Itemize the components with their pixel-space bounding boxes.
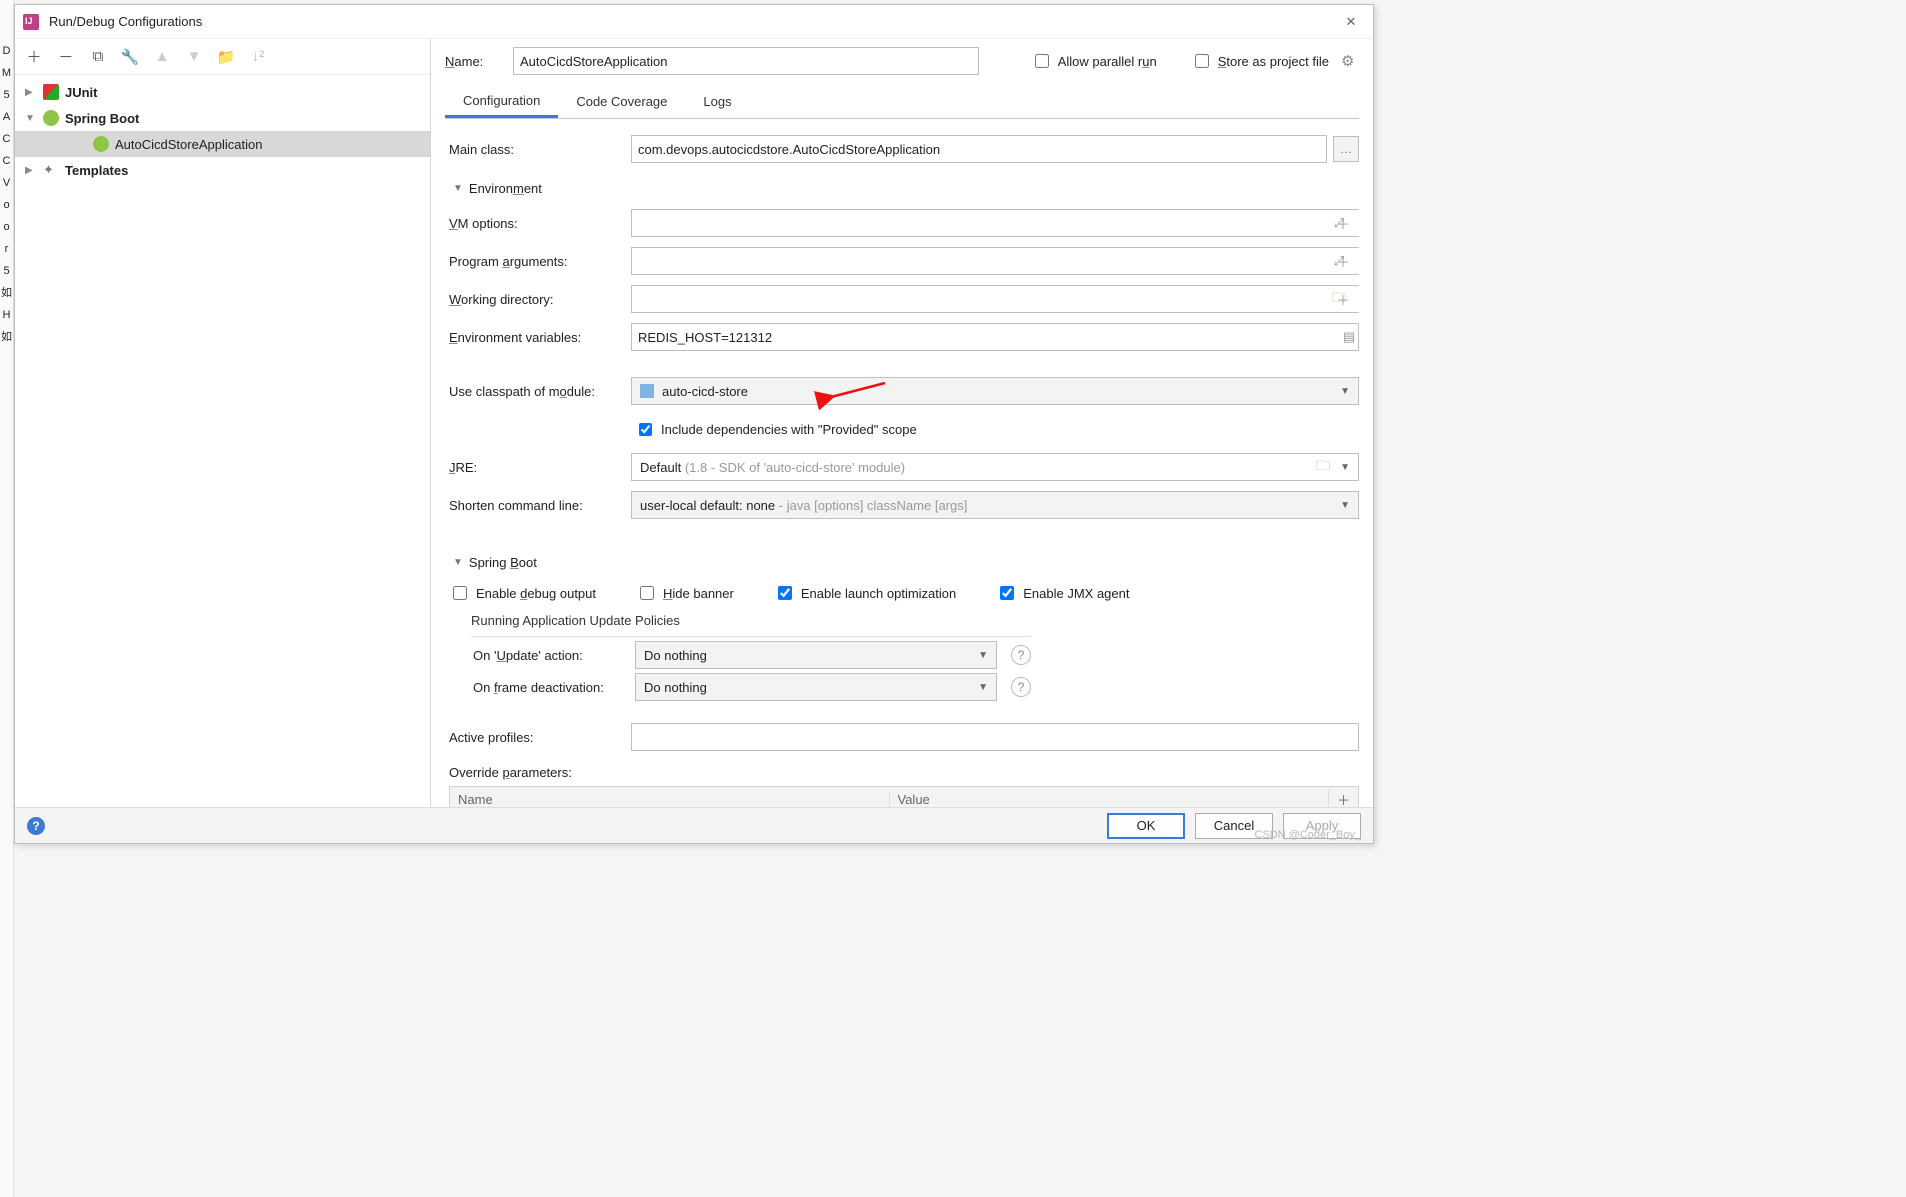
include-provided-checkbox[interactable]: Include dependencies with "Provided" sco… [635,420,917,439]
tree-label: AutoCicdStoreApplication [115,137,262,152]
templates-icon [43,162,59,178]
select-value: auto-cicd-store [662,384,748,399]
chevron-down-icon: ▼ [978,682,988,693]
tab-code-coverage[interactable]: Code Coverage [558,85,685,118]
main-panel: Name: Allow parallel run Store as projec… [431,39,1373,807]
override-parameters-table: Name Value ＋ [449,786,1359,807]
enable-debug-output-checkbox[interactable]: Enable debug output [449,583,596,603]
config-tabs: Configuration Code Coverage Logs [445,85,1359,119]
gear-icon[interactable]: ⚙ [1341,52,1359,70]
watermark: CSDN @Coder_Boy_ [1254,829,1361,841]
run-debug-dialog: Run/Debug Configurations ✕ ＋ － ⧉ 🔧 ▲ ▼ 📁… [14,4,1374,844]
expand-icon[interactable]: ⤢ [1329,249,1349,273]
enable-jmx-agent-checkbox[interactable]: Enable JMX agent [996,583,1129,603]
module-icon [640,384,654,398]
list-icon[interactable]: ▤ [1339,325,1359,349]
update-policies-title: Running Application Update Policies [471,613,1359,628]
main-class-input[interactable] [631,135,1327,163]
close-button[interactable]: ✕ [1337,8,1365,36]
editor-gutter: DM5ACCVoor5如H如 [0,0,14,1197]
expand-icon[interactable]: ⤢ [1329,211,1349,235]
sidebar-toolbar: ＋ － ⧉ 🔧 ▲ ▼ 📁 ↓² [15,39,430,75]
chevron-right-icon: ▶ [25,87,37,98]
vm-options-input[interactable] [631,209,1359,237]
spring-icon [93,136,109,152]
active-profiles-input[interactable] [631,723,1359,751]
spring-boot-section-header[interactable]: ▼ Spring Boot [445,547,1359,577]
config-sidebar: ＋ － ⧉ 🔧 ▲ ▼ 📁 ↓² ▶ JUnit ▼ Spring Boot [15,39,431,807]
name-label: Name: [445,54,501,69]
triangle-down-icon: ▼ [453,557,463,568]
jre-select[interactable]: Default (1.8 - SDK of 'auto-cicd-store' … [631,453,1359,481]
chevron-down-icon: ▼ [978,650,988,661]
select-value: Do nothing [644,680,707,695]
help-icon[interactable]: ? [1011,677,1031,697]
classpath-module-select[interactable]: auto-cicd-store ▼ [631,377,1359,405]
chevron-down-icon: ▼ [1340,462,1350,473]
move-up-button[interactable]: ▲ [151,46,173,68]
chevron-down-icon: ▼ [1340,500,1350,511]
tree-node-templates[interactable]: ▶ Templates [15,157,430,183]
tree-label: JUnit [65,85,98,100]
select-value: Do nothing [644,648,707,663]
tree-node-junit[interactable]: ▶ JUnit [15,79,430,105]
hide-banner-checkbox[interactable]: Hide banner [636,583,734,603]
ok-button[interactable]: OK [1107,813,1185,839]
shorten-cmdline-label: Shorten command line: [445,498,631,513]
titlebar: Run/Debug Configurations ✕ [15,5,1373,39]
table-col-value: Value [890,792,1329,807]
spring-icon [43,110,59,126]
dialog-title: Run/Debug Configurations [49,14,1337,29]
folder-icon[interactable]: 🗀 [1316,455,1330,479]
main-class-label: Main class: [445,142,631,157]
name-input[interactable] [513,47,979,75]
remove-config-button[interactable]: － [55,46,77,68]
copy-config-button[interactable]: ⧉ [87,46,109,68]
tab-logs[interactable]: Logs [685,85,749,118]
chevron-right-icon: ▶ [25,165,37,176]
environment-variables-input[interactable] [631,323,1359,351]
help-button[interactable]: ? [27,817,45,835]
wrench-icon[interactable]: 🔧 [119,46,141,68]
folder-icon[interactable]: 🗀 [1329,287,1349,311]
store-as-project-file-checkbox[interactable]: Store as project file [1191,51,1329,71]
move-down-button[interactable]: ▼ [183,46,205,68]
folder-move-icon[interactable]: 📁 [215,46,237,68]
help-icon[interactable]: ? [1011,645,1031,665]
on-frame-deactivation-select[interactable]: Do nothing ▼ [635,673,997,701]
working-directory-input[interactable] [631,285,1359,313]
browse-class-button[interactable]: … [1333,136,1359,162]
tab-configuration[interactable]: Configuration [445,85,558,118]
environment-section-header[interactable]: ▼ Environment [445,173,1359,203]
shorten-cmdline-select[interactable]: user-local default: none - java [options… [631,491,1359,519]
on-update-action-select[interactable]: Do nothing ▼ [635,641,997,669]
config-form: Main class: … ▼ Environment VM options: [445,119,1359,807]
tree-node-spring-boot[interactable]: ▼ Spring Boot [15,105,430,131]
tree-label: Spring Boot [65,111,139,126]
add-row-button[interactable]: ＋ [1328,790,1358,808]
dialog-footer: ? OK Cancel Apply [15,807,1373,843]
allow-parallel-run-checkbox[interactable]: Allow parallel run [1031,51,1157,71]
intellij-icon [23,14,39,30]
program-arguments-input[interactable] [631,247,1359,275]
tree-node-app[interactable]: AutoCicdStoreApplication [15,131,430,157]
chevron-down-icon: ▼ [1340,386,1350,397]
junit-icon [43,84,59,100]
config-tree: ▶ JUnit ▼ Spring Boot AutoCicdStoreAppli… [15,75,430,807]
enable-launch-optimization-checkbox[interactable]: Enable launch optimization [774,583,956,603]
triangle-down-icon: ▼ [453,183,463,194]
table-col-name: Name [450,792,890,807]
tree-label: Templates [65,163,128,178]
chevron-down-icon: ▼ [25,113,37,124]
active-profiles-label: Active profiles: [445,730,631,745]
sort-icon[interactable]: ↓² [247,46,269,68]
add-config-button[interactable]: ＋ [23,46,45,68]
